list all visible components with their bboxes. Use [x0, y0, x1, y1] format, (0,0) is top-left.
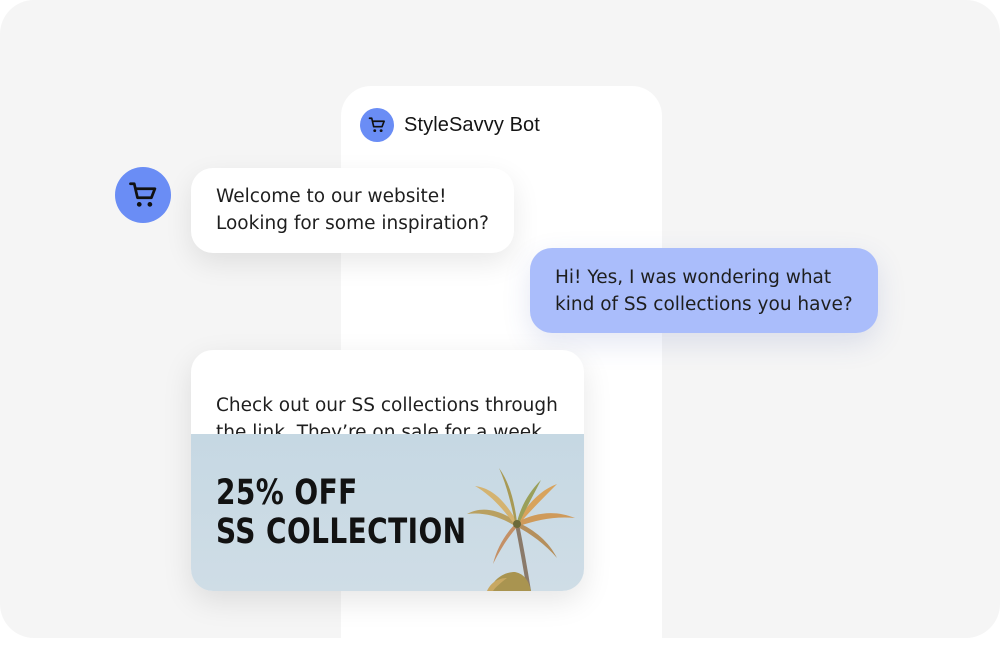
shopping-cart-icon — [368, 117, 385, 133]
chat-header: StyleSavvy Bot — [360, 106, 540, 144]
bot-message-bubble: Welcome to our website! Looking for some… — [191, 168, 514, 253]
promo-banner[interactable]: 25% OFF SS COLLECTION — [191, 434, 584, 591]
palm-tree-image — [467, 468, 575, 591]
promo-headline: 25% OFF SS COLLECTION — [216, 473, 467, 552]
bot-avatar — [360, 108, 394, 142]
user-message-bubble: Hi! Yes, I was wondering what kind of SS… — [530, 248, 878, 333]
bot-name: StyleSavvy Bot — [404, 113, 540, 136]
shopping-cart-icon — [129, 182, 157, 207]
bot-message-avatar — [115, 167, 171, 223]
bot-promo-message: Check out our SS collections through the… — [191, 350, 584, 591]
